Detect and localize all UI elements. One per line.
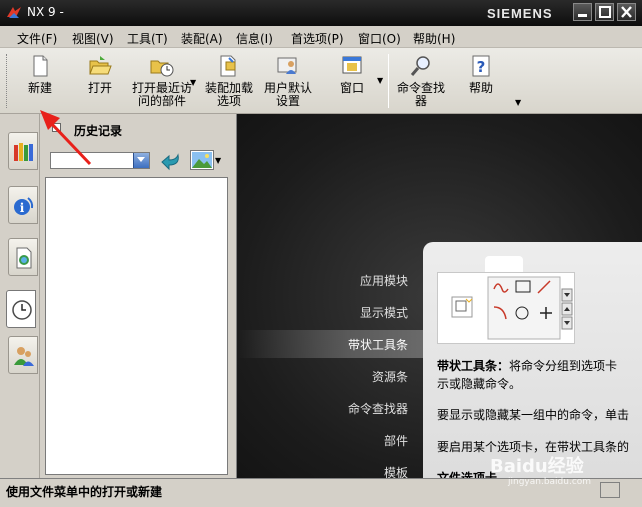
siemens-brand: SIEMENS — [487, 6, 553, 21]
menu-help[interactable]: 帮助(H) — [413, 30, 455, 47]
menu-view[interactable]: 视图(V) — [72, 30, 114, 47]
tab-history[interactable] — [6, 290, 36, 328]
view-mode-dropdown-icon[interactable]: ▼ — [215, 156, 221, 165]
status-pane-icon — [600, 482, 620, 498]
menu-preferences[interactable]: 首选项(P) — [291, 30, 344, 47]
tab-web-browser[interactable] — [8, 238, 38, 276]
open-recent-button[interactable]: 打开最近访 问的部件 — [130, 52, 194, 110]
window-dropdown-icon[interactable]: ▼ — [377, 76, 383, 85]
menu-info[interactable]: 信息(I) — [236, 30, 273, 47]
new-label: 新建 — [27, 81, 52, 95]
recent-label-1: 打开最近访 — [131, 81, 192, 95]
assembly-load-options-button[interactable]: 装配加载 选项 — [200, 52, 258, 110]
card-text-line-3: 要显示或隐藏某一组中的命令，单击 — [437, 408, 630, 422]
tab-assembly-navigator[interactable] — [8, 132, 38, 170]
users-icon — [14, 347, 34, 366]
ribbon-preview — [437, 272, 575, 344]
card-text-line-5: 文件选项卡 — [437, 471, 498, 478]
title-bar[interactable]: NX 9 - SIEMENS — [0, 0, 642, 26]
magnifier-icon — [410, 56, 430, 76]
menu-tools[interactable]: 工具(T) — [127, 30, 168, 47]
nav-display-mode[interactable]: 显示模式 — [360, 304, 408, 321]
tab-roles[interactable] — [8, 336, 38, 374]
open-label: 打开 — [87, 81, 112, 95]
toolbar-grip[interactable] — [6, 54, 10, 108]
close-icon — [621, 6, 632, 18]
defaults-label-1: 用户默认 — [263, 81, 312, 95]
load-label-1: 装配加载 — [204, 81, 253, 95]
new-button[interactable]: 新建 — [12, 52, 68, 110]
new-file-icon — [33, 55, 48, 77]
assembly-load-icon — [220, 55, 236, 77]
toolbar-options-icon[interactable]: ▼ — [515, 98, 521, 107]
cmdfinder-label-2: 器 — [414, 94, 427, 108]
minimize-icon — [578, 14, 587, 17]
welcome-area: 应用模块 显示模式 带状工具条 资源条 命令查找器 部件 模板 带状工具条：将命… — [237, 114, 642, 478]
command-finder-button[interactable]: 命令查找 器 — [393, 52, 449, 110]
nav-parts[interactable]: 部件 — [384, 432, 408, 449]
resource-bar: i — [0, 114, 40, 478]
toolbar-separator — [388, 54, 389, 108]
history-panel: 历史记录 ▼ — [40, 114, 237, 478]
standard-toolbar: 新建 打开 打开最近访 问的部件 ▼ 装配加载 选项 用户默认 设置 窗口 ▼ … — [0, 48, 642, 114]
menu-bar: 文件(F) 视图(V) 工具(T) 装配(A) 信息(I) 首选项(P) 窗口(… — [0, 26, 642, 48]
user-defaults-button[interactable]: 用户默认 设置 — [260, 52, 316, 110]
tab-info[interactable]: i — [8, 186, 38, 224]
chevron-down-icon[interactable] — [133, 153, 149, 168]
open-button[interactable]: 打开 — [72, 52, 128, 110]
ribbon-preview-graphic — [451, 276, 573, 340]
baidu-watermark: Baidu经验 — [490, 456, 584, 477]
history-view-mode-button[interactable] — [190, 150, 214, 170]
window-icon — [342, 56, 362, 74]
recent-parts-icon — [150, 60, 174, 77]
recent-dropdown-icon[interactable]: ▼ — [190, 78, 196, 87]
clock-icon — [12, 300, 32, 320]
cmdfinder-label-1: 命令查找 — [396, 81, 445, 95]
status-message: 使用文件菜单中的打开或新建 — [6, 485, 163, 499]
books-icon — [14, 143, 33, 161]
history-list[interactable] — [45, 177, 228, 475]
web-page-icon — [16, 247, 32, 269]
card-heading-bold: 带状工具条： — [437, 359, 510, 373]
window-label: 窗口 — [339, 81, 364, 95]
svg-text:i: i — [20, 201, 25, 215]
menu-assembly[interactable]: 装配(A) — [181, 30, 223, 47]
load-label-2: 选项 — [216, 94, 241, 108]
nav-applications[interactable]: 应用模块 — [360, 272, 408, 289]
card-heading-rest: 将命令分组到选项卡 — [509, 359, 618, 373]
maximize-icon — [599, 6, 611, 18]
info-icon: i — [14, 197, 34, 215]
open-folder-icon — [89, 56, 112, 75]
user-defaults-icon — [277, 57, 297, 74]
red-annotation-arrow-icon — [40, 110, 92, 166]
defaults-label-2: 设置 — [275, 94, 300, 108]
baidu-watermark-url: jingyan.baidu.com — [508, 477, 592, 487]
nx-logo-icon — [7, 7, 21, 18]
nav-ribbon-bar[interactable]: 带状工具条 — [348, 336, 408, 353]
window-button[interactable]: 窗口 — [324, 52, 380, 110]
window-title: NX 9 - — [27, 5, 64, 19]
svg-text:?: ? — [477, 58, 486, 76]
recent-label-2: 问的部件 — [137, 94, 186, 108]
maximize-button[interactable] — [595, 3, 614, 21]
help-icon: ? — [472, 55, 490, 77]
card-heading: 带状工具条：将命令分组到选项卡 — [437, 357, 617, 374]
nav-command-finder[interactable]: 命令查找器 — [348, 400, 408, 417]
card-tab — [485, 256, 523, 272]
menu-file[interactable]: 文件(F) — [17, 30, 57, 47]
minimize-button[interactable] — [573, 3, 592, 21]
nav-templates[interactable]: 模板 — [384, 464, 408, 478]
help-label: 帮助 — [468, 81, 493, 95]
nx-main-window: NX 9 - SIEMENS 文件(F) 视图(V) 工具(T) 装配(A) 信… — [0, 0, 642, 507]
nav-resource-bar[interactable]: 资源条 — [372, 368, 408, 385]
landscape-picture-icon — [192, 152, 212, 168]
menu-window[interactable]: 窗口(O) — [358, 30, 401, 47]
help-button[interactable]: ? 帮助 — [453, 52, 509, 110]
card-text-line-2: 示或隐藏命令。 — [437, 377, 522, 391]
close-button[interactable] — [617, 3, 636, 21]
back-arrow-icon[interactable] — [160, 151, 182, 171]
